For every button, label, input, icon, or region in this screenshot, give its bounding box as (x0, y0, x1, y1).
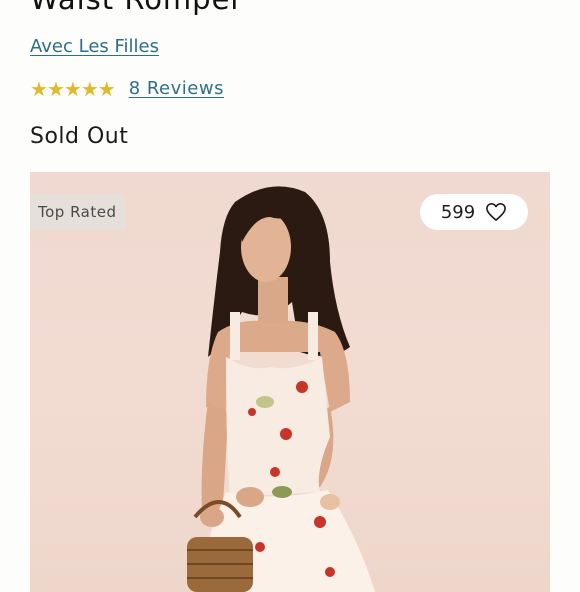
star-icon: ★ (97, 76, 116, 101)
like-button[interactable]: 599 (420, 194, 528, 230)
stock-status: Sold Out (30, 124, 129, 149)
brand-link[interactable]: Avec Les Filles (30, 36, 159, 57)
model-photo (187, 186, 375, 592)
star-icon: ★ (30, 76, 48, 101)
rating-row: ★★★★★ 8 Reviews (30, 78, 224, 99)
heart-outline-icon (486, 203, 507, 221)
reviews-link[interactable]: 8 Reviews (129, 78, 224, 99)
star-icon: ★ (46, 76, 65, 101)
star-icon: ★ (63, 76, 82, 101)
rating-stars: ★★★★★ (30, 76, 116, 101)
product-title: Waist Romper (30, 0, 243, 16)
star-icon: ★ (80, 76, 99, 101)
product-image[interactable]: Top Rated 599 (30, 172, 550, 592)
top-rated-badge: Top Rated (30, 194, 125, 230)
like-count: 599 (440, 201, 476, 223)
